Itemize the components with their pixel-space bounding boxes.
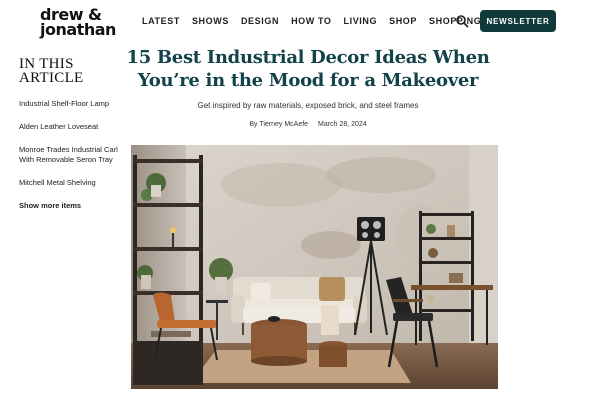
search-icon[interactable] bbox=[455, 14, 469, 28]
toc-item-industrial-cart[interactable]: Monroe Trades Industrial Carl With Remov… bbox=[19, 145, 119, 165]
main-nav: LATEST SHOWS DESIGN HOW TO LIVING SHOP S… bbox=[142, 16, 493, 26]
toc-title: IN THIS ARTICLE bbox=[19, 56, 119, 86]
site-header: drew & jonathan LATEST SHOWS DESIGN HOW … bbox=[0, 0, 600, 44]
newsletter-button[interactable]: NEWSLETTER bbox=[480, 10, 556, 32]
site-logo[interactable]: drew & jonathan bbox=[40, 7, 116, 39]
toc-item-metal-shelving[interactable]: Mitchell Metal Shelving bbox=[19, 178, 119, 188]
nav-item-design[interactable]: DESIGN bbox=[241, 16, 279, 26]
show-more-link[interactable]: Show more items bbox=[19, 201, 119, 210]
article-headline: 15 Best Industrial Decor Ideas When You’… bbox=[126, 47, 490, 91]
logo-line-2: jonathan bbox=[40, 20, 116, 39]
nav-item-how-to[interactable]: HOW TO bbox=[291, 16, 331, 26]
nav-item-living[interactable]: LIVING bbox=[344, 16, 378, 26]
nav-item-latest[interactable]: LATEST bbox=[142, 16, 180, 26]
toc-item-leather-loveseat[interactable]: Alden Leather Loveseat bbox=[19, 122, 119, 132]
article-byline: By Tierney McAefe March 28, 2024 bbox=[118, 121, 498, 128]
toc-title-line-2: ARTICLE bbox=[19, 70, 84, 86]
toc-item-shelf-floor-lamp[interactable]: Industrial Shelf-Floor Lamp bbox=[19, 99, 119, 109]
hero-image bbox=[131, 145, 498, 389]
article-subheading: Get inspired by raw materials, exposed b… bbox=[197, 101, 419, 110]
publish-date: March 28, 2024 bbox=[318, 121, 367, 128]
toc-title-line-1: IN THIS bbox=[19, 56, 74, 72]
toc-list: Industrial Shelf-Floor Lamp Alden Leathe… bbox=[19, 99, 119, 188]
nav-item-shows[interactable]: SHOWS bbox=[192, 16, 229, 26]
author-link[interactable]: Tierney McAefe bbox=[259, 121, 308, 128]
byline-prefix: By bbox=[249, 121, 258, 128]
nav-item-shop[interactable]: SHOP bbox=[389, 16, 417, 26]
table-of-contents: IN THIS ARTICLE Industrial Shelf-Floor L… bbox=[19, 56, 119, 211]
